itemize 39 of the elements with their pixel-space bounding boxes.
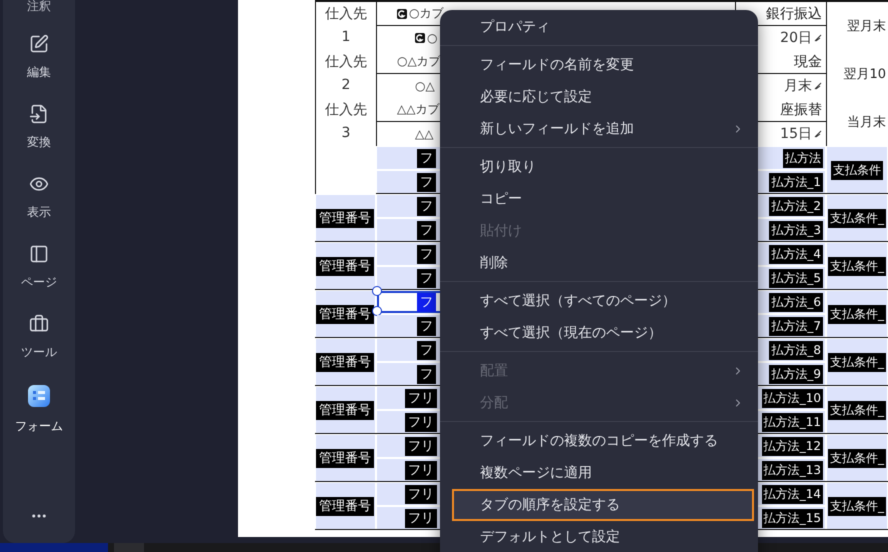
pen-stroke-icon <box>814 82 822 90</box>
sidebar-item[interactable]: 変換 <box>27 104 51 174</box>
table-cell: 翌月10 <box>826 50 888 98</box>
logo-icon <box>397 8 407 18</box>
form-field[interactable]: 管理番号 <box>316 339 375 385</box>
form-field[interactable]: 支払条件 <box>827 147 887 193</box>
table-cell: 翌月末 <box>826 2 888 50</box>
menu-item[interactable]: タブの順序を設定する <box>452 489 754 521</box>
form-field[interactable]: 支払条件_ <box>827 339 887 385</box>
form-field[interactable]: 支払条件_ <box>827 243 887 289</box>
sidebar-item[interactable]: 編集 <box>27 34 51 104</box>
pen-stroke-icon <box>814 34 822 42</box>
form-field[interactable]: 支払条件_ <box>827 387 887 433</box>
form-field[interactable]: 管理番号 <box>316 387 375 433</box>
form-field[interactable]: 支払条件_ <box>827 291 887 337</box>
form-field[interactable]: 管理番号 <box>316 483 375 529</box>
form-field[interactable]: 管理番号 <box>316 195 375 241</box>
form-field[interactable]: 管理番号 <box>316 243 375 289</box>
edit-icon <box>29 34 49 54</box>
form-field[interactable]: 支払条件_ <box>827 195 887 241</box>
briefcase-icon <box>29 314 49 334</box>
form-field[interactable]: 支払条件_ <box>827 435 887 481</box>
pen-stroke-icon <box>814 130 822 138</box>
form-icon <box>27 384 51 408</box>
form-field[interactable]: 管理番号 <box>316 291 375 337</box>
sidebar-item[interactable]: ツール <box>21 314 57 384</box>
form-field[interactable]: 管理番号 <box>316 435 375 481</box>
table-cell: 仕入先 2 <box>315 50 376 98</box>
panel-icon <box>29 244 49 264</box>
logo-icon <box>415 33 425 43</box>
sidebar-item[interactable]: 表示 <box>27 174 51 244</box>
sidebar-item[interactable]: フォーム <box>15 384 63 454</box>
table-cell: 仕入先 1 <box>315 2 376 50</box>
form-field[interactable]: 支払条件_ <box>827 483 887 529</box>
sidebar-item[interactable]: 注釈 <box>27 0 51 22</box>
table-cell: 仕入先 3 <box>315 98 376 146</box>
table-cell: 当月末 <box>826 98 888 146</box>
file-arrow-icon <box>29 104 49 124</box>
sidebar-item[interactable]: ページ <box>21 244 57 314</box>
